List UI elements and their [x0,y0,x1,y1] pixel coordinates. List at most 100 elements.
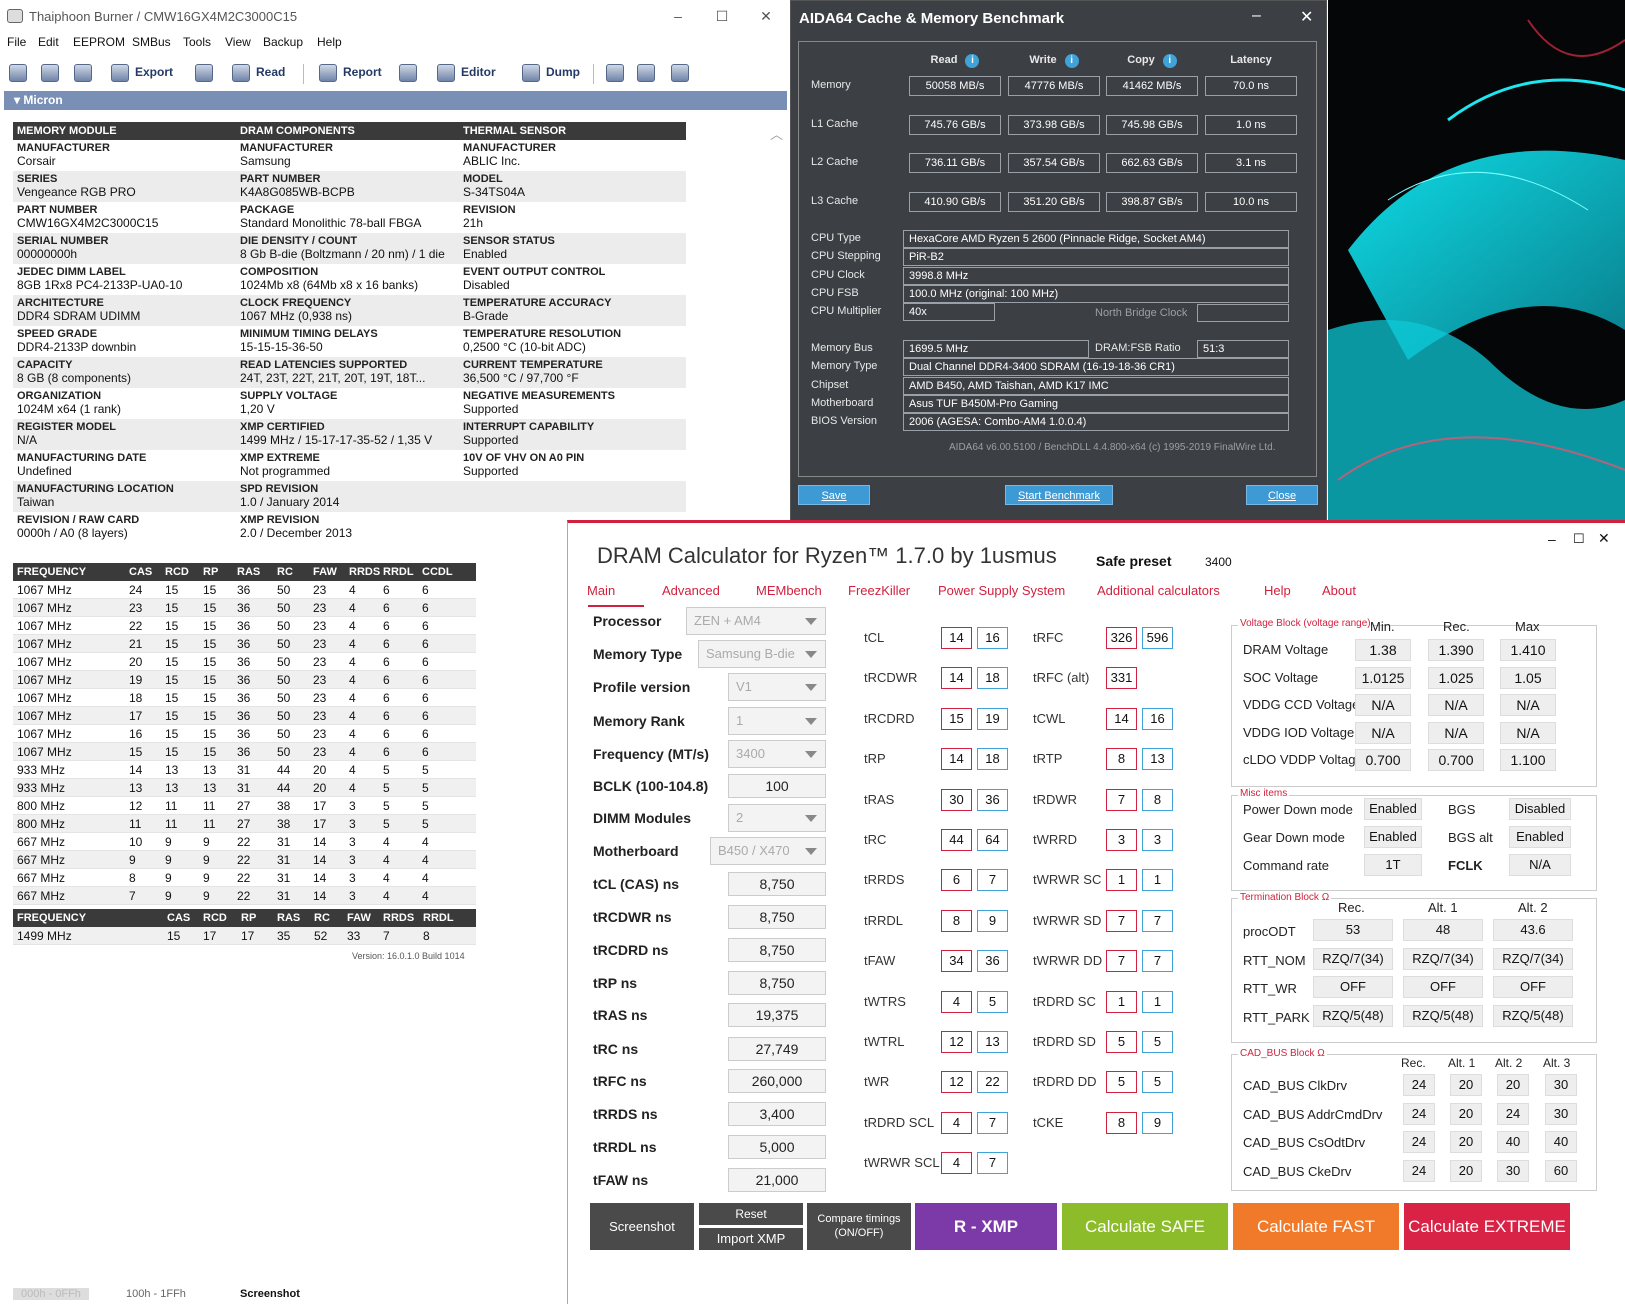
timing-xmp-value[interactable]: 1 [1142,990,1173,1013]
param-input[interactable]: 100 [728,774,826,798]
param-input[interactable]: 8,750 [728,905,826,929]
timing-xmp-value[interactable]: 16 [1142,707,1173,730]
param-input[interactable]: 8,750 [728,872,826,896]
menu-view[interactable]: View [225,35,251,49]
timing-safe-value[interactable]: 4 [941,1152,972,1175]
timing-xmp-value[interactable]: 7 [977,1152,1008,1175]
dram-maximize-icon[interactable]: ☐ [1573,531,1585,547]
timing-safe-value[interactable]: 3 [1106,829,1137,851]
minimize-icon[interactable]: – [667,6,689,26]
aida-save-button[interactable]: Save [798,485,870,505]
timing-xmp-value[interactable]: 9 [1142,1111,1173,1134]
timing-xmp-value[interactable]: 3 [1142,829,1173,851]
timing-safe-value[interactable]: 44 [941,829,972,851]
timing-xmp-value[interactable]: 7 [1142,950,1173,973]
timing-xmp-value[interactable]: 13 [1142,748,1173,771]
menu-edit[interactable]: Edit [38,35,59,49]
timing-xmp-value[interactable]: 13 [977,1031,1008,1053]
settings-icon[interactable] [9,59,33,85]
timing-safe-value[interactable]: 6 [941,869,972,892]
param-input[interactable]: 8,750 [728,971,826,995]
maximize-icon[interactable]: ☐ [711,6,733,26]
timing-safe-value[interactable]: 14 [941,748,972,771]
export-button[interactable]: Export [111,59,173,85]
timing-safe-value[interactable]: 4 [941,990,972,1013]
param-input[interactable]: 260,000 [728,1069,826,1093]
aida-close-button[interactable]: Close [1246,485,1318,505]
info-icon[interactable]: i [965,54,980,68]
editor-button[interactable]: Editor [437,59,496,85]
timing-safe-value[interactable]: 7 [1106,950,1137,973]
param-input[interactable]: 27,749 [728,1037,826,1061]
tab-000h[interactable]: 000h - 0FFh [13,1288,89,1300]
param-input[interactable]: 8,750 [728,938,826,962]
param-select[interactable]: V1 [728,673,826,701]
timing-safe-value[interactable]: 7 [1106,788,1137,811]
menu-eeprom[interactable]: EEPROM [73,35,125,49]
param-input[interactable]: 5,000 [728,1135,826,1159]
dram-close-icon[interactable]: ✕ [1598,530,1610,547]
param-input[interactable]: 3,400 [728,1102,826,1126]
lock-icon[interactable] [195,59,219,85]
timing-xmp-value[interactable]: 36 [977,788,1008,811]
timing-xmp-value[interactable]: 596 [1142,627,1173,649]
info-icon[interactable]: i [1064,54,1079,68]
aida-minimize-icon[interactable]: – [1252,7,1261,25]
timing-xmp-value[interactable]: 19 [977,707,1008,730]
section-band[interactable]: ▾ Micron [4,91,787,110]
menu-file[interactable]: File [7,35,26,49]
scroll-up-icon[interactable]: ︿ [770,124,783,143]
dump-button[interactable]: Dump [522,59,580,85]
param-select[interactable]: 1 [728,707,826,735]
param-select[interactable]: B450 / X470 [710,837,826,865]
timing-xmp-value[interactable]: 9 [977,909,1008,932]
menu-tools[interactable]: Tools [183,35,211,49]
screenshot-button[interactable]: Screenshot [590,1203,694,1250]
report-button[interactable]: Report [319,59,382,85]
timing-safe-value[interactable]: 331 [1106,667,1137,690]
reset-button[interactable]: Reset [699,1203,803,1225]
timing-safe-value[interactable]: 12 [941,1031,972,1053]
menu-smbus[interactable]: SMBus [132,35,171,49]
r-xmp-button[interactable]: R - XMP [915,1203,1057,1250]
calculate-extreme-button[interactable]: Calculate EXTREME [1404,1203,1570,1250]
timing-xmp-value[interactable]: 5 [1142,1071,1173,1094]
param-select[interactable]: 2 [728,804,826,832]
timing-safe-value[interactable]: 7 [1106,909,1137,932]
nav-tab-help[interactable]: Help [1264,583,1291,598]
timing-xmp-value[interactable]: 7 [977,1111,1008,1134]
nav-tab-main[interactable]: Main [587,583,615,598]
timing-safe-value[interactable]: 30 [941,788,972,811]
timing-xmp-value[interactable]: 64 [977,829,1008,851]
tab-screenshot[interactable]: Screenshot [240,1288,300,1300]
timing-safe-value[interactable]: 4 [941,1111,972,1134]
timing-xmp-value[interactable]: 22 [977,1071,1008,1094]
nav-tab-advanced[interactable]: Advanced [662,583,720,598]
open-icon[interactable] [41,59,65,85]
timing-xmp-value[interactable]: 1 [1142,869,1173,892]
nav-tab-about[interactable]: About [1322,583,1356,598]
nav-tab-power-supply-system[interactable]: Power Supply System [938,583,1065,598]
start-benchmark-button[interactable]: Start Benchmark [1005,485,1113,505]
timing-safe-value[interactable]: 1 [1106,990,1137,1013]
nav-tab-membench[interactable]: MEMbench [756,583,822,598]
read-button[interactable]: Read [232,59,285,85]
param-input[interactable]: 21,000 [728,1168,826,1192]
info-icon[interactable]: i [1162,54,1177,68]
timing-xmp-value[interactable]: 7 [1142,909,1173,932]
import-xmp-button[interactable]: Import XMP [699,1228,803,1250]
calculate-safe-button[interactable]: Calculate SAFE [1062,1203,1228,1250]
timing-safe-value[interactable]: 14 [941,667,972,690]
wrench-icon[interactable] [399,59,423,85]
timing-safe-value[interactable]: 15 [941,707,972,730]
save-icon[interactable] [74,59,98,85]
timing-safe-value[interactable]: 8 [941,909,972,932]
close-icon[interactable]: ✕ [755,6,777,26]
nav-tab-additional-calculators[interactable]: Additional calculators [1097,583,1220,598]
timing-safe-value[interactable]: 8 [1106,748,1137,771]
timing-safe-value[interactable]: 14 [941,627,972,649]
timing-safe-value[interactable]: 34 [941,950,972,973]
timing-xmp-value[interactable]: 18 [977,748,1008,771]
dram-minimize-icon[interactable]: – [1548,531,1556,547]
timing-xmp-value[interactable]: 7 [977,869,1008,892]
